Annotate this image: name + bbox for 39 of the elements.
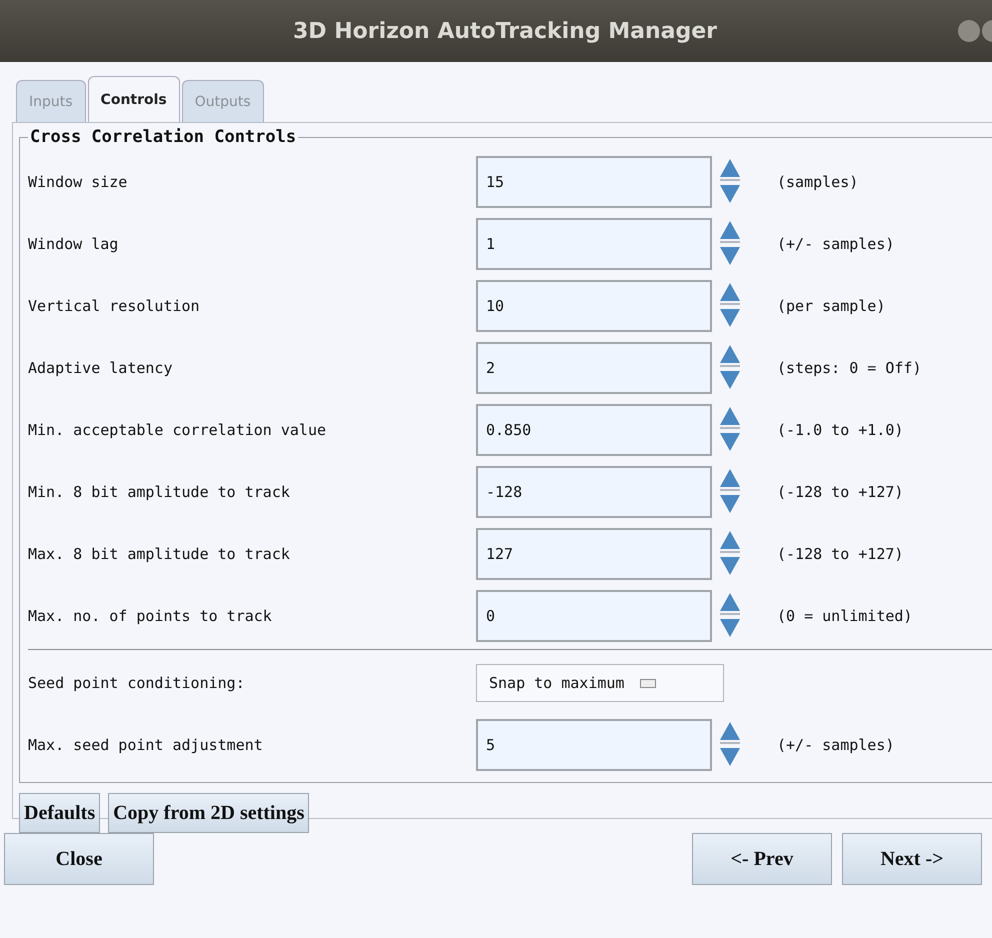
spin-field[interactable]: 0.850: [476, 404, 712, 456]
field-label: Min. acceptable correlation value: [28, 421, 328, 439]
action-button[interactable]: Copy from 2D settings: [108, 793, 310, 833]
unit-label: (steps: 0 = Off): [777, 359, 922, 377]
unit-label: (+/- samples): [777, 736, 894, 754]
spin-field[interactable]: 0: [476, 590, 712, 642]
spin-field[interactable]: 2: [476, 342, 712, 394]
unit-label: (per sample): [777, 297, 886, 315]
close-button[interactable]: Close: [4, 833, 154, 885]
spin-field[interactable]: 5: [476, 719, 712, 771]
spin-field[interactable]: 1: [476, 218, 712, 270]
unit-label: (-1.0 to +1.0): [777, 421, 904, 439]
field-label: Vertical resolution: [28, 297, 201, 315]
spin-field[interactable]: 15: [476, 156, 712, 208]
option-indicator-icon: [640, 678, 656, 688]
field-label: Adaptive latency: [28, 359, 174, 377]
field-label: Min. 8 bit amplitude to track: [28, 483, 291, 501]
minimize-button[interactable]: [958, 20, 980, 42]
spin-field[interactable]: 127: [476, 528, 712, 580]
field-label: Seed point conditioning:: [28, 674, 246, 692]
nav-button[interactable]: <- Prev: [692, 833, 832, 885]
spin-field[interactable]: 10: [476, 280, 712, 332]
tab[interactable]: Controls: [88, 76, 180, 122]
field-label: Max. no. of points to track: [28, 607, 273, 625]
spin-field[interactable]: -128: [476, 466, 712, 518]
window-title: 3D Horizon AutoTracking Manager: [292, 18, 718, 44]
field-label: Max. seed point adjustment: [28, 736, 264, 754]
unit-label: (samples): [777, 173, 858, 191]
nav-button[interactable]: Next ->: [842, 833, 982, 885]
field-label: Window size: [28, 173, 128, 191]
option-menu[interactable]: Snap to maximum: [476, 664, 724, 702]
unit-label: (+/- samples): [777, 235, 894, 253]
group-title: Cross Correlation Controls: [29, 127, 298, 147]
unit-label: (0 = unlimited): [777, 607, 912, 625]
unit-label: (-128 to +127): [777, 545, 904, 563]
field-label: Window lag: [28, 235, 120, 253]
unit-label: (-128 to +127): [777, 483, 904, 501]
action-button[interactable]: Defaults: [19, 793, 100, 833]
field-label: Max. 8 bit amplitude to track: [28, 545, 291, 563]
